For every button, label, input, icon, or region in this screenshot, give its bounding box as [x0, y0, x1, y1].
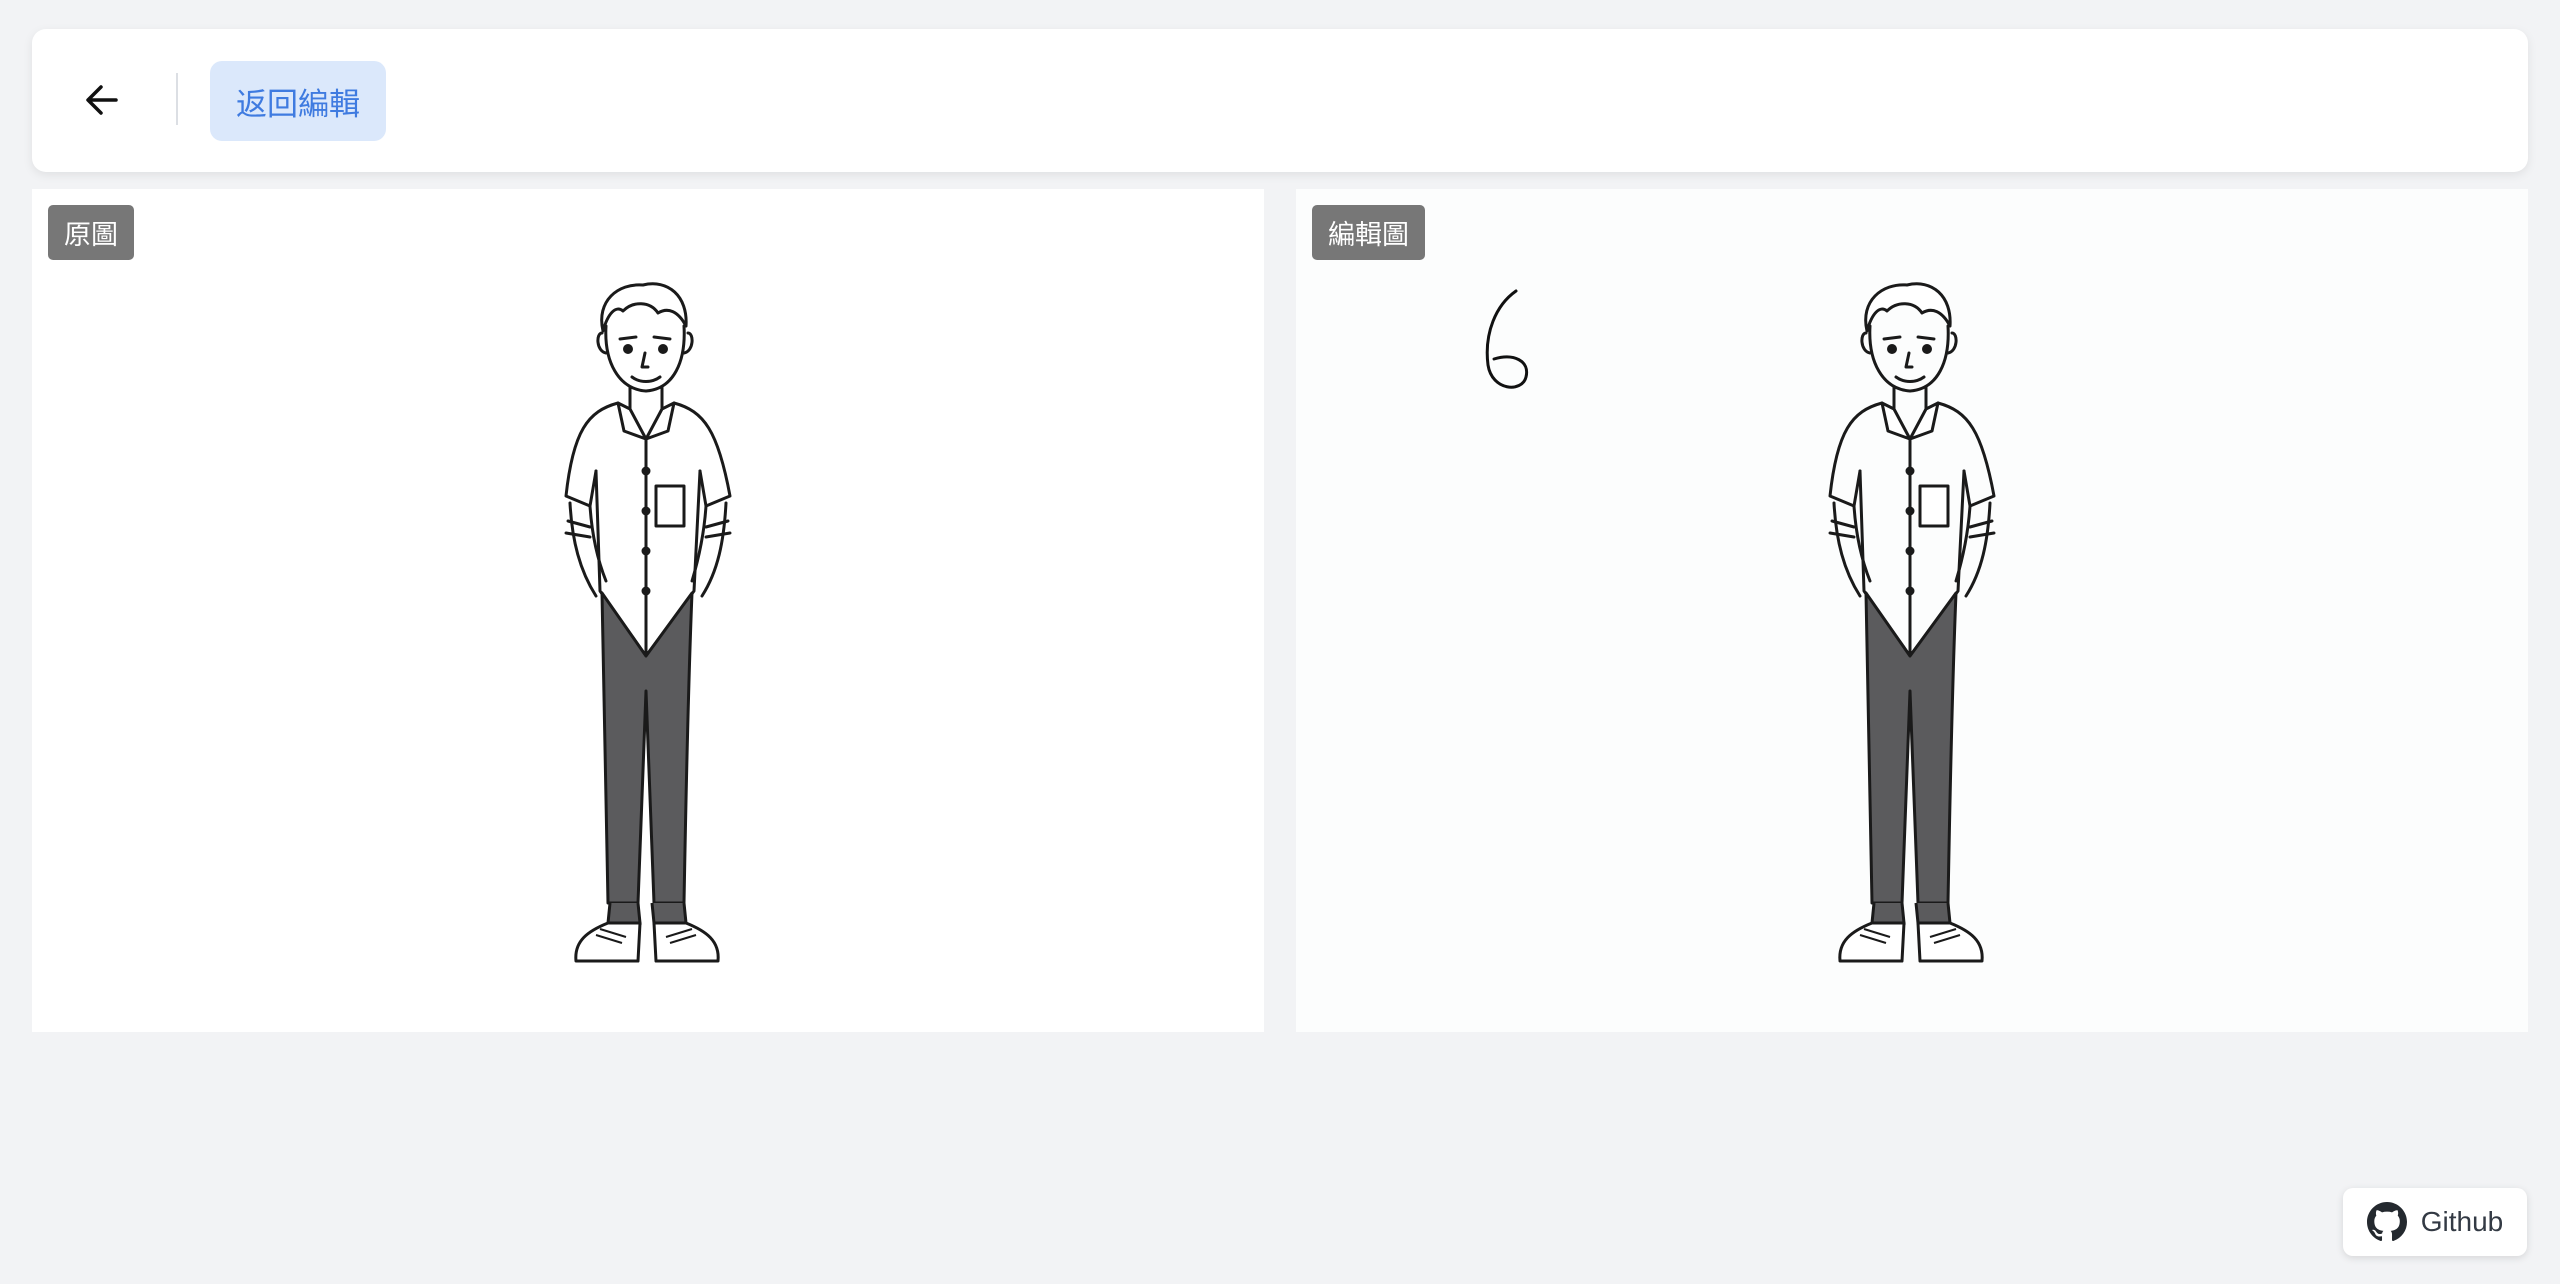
github-label: Github — [2420, 1206, 2504, 1237]
original-image-panel: 原圖 — [32, 189, 1264, 1032]
edited-image-tag: 編輯圖 — [1312, 205, 1425, 260]
edited-image-panel: 編輯圖 — [1296, 189, 2528, 1032]
arrow-left-icon — [86, 85, 118, 115]
drawn-scribble-stroke — [1485, 289, 1529, 389]
top-toolbar: 返回編輯 — [32, 29, 2528, 172]
back-to-edit-button[interactable]: 返回編輯 — [210, 61, 386, 141]
github-icon — [2366, 1202, 2407, 1242]
man-illustration-original — [564, 282, 732, 963]
toolbar-divider — [176, 73, 178, 125]
original-image-tag: 原圖 — [48, 205, 134, 260]
man-illustration-edited — [1828, 282, 1996, 963]
github-link-button[interactable]: Github — [2343, 1188, 2527, 1256]
back-arrow-button[interactable] — [72, 61, 132, 139]
